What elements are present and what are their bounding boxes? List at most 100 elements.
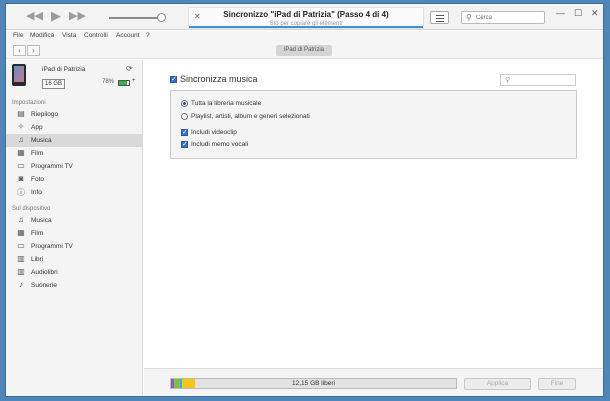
tv-icon: ▭ bbox=[17, 161, 25, 170]
on-device-header: Sul dispositivo bbox=[12, 206, 51, 212]
option-selected-items-label: Playlist, artisti, album e generi selezi… bbox=[191, 113, 310, 121]
sidebar-item-riepilogo[interactable]: ▤ Riepilogo bbox=[6, 108, 142, 121]
sidebar: iPad di Patrizia ⟳ 16 GB 78% + Impostazi… bbox=[6, 60, 143, 396]
sync-title: Sincronizzo "iPad di Patrizia" (Passo 4 … bbox=[223, 10, 389, 19]
sidebar-item-label: Foto bbox=[31, 176, 45, 183]
play-icon[interactable]: ▶ bbox=[51, 9, 61, 22]
sidebar-item-info[interactable]: ⓘ Info bbox=[6, 186, 142, 199]
radio-entire-library[interactable] bbox=[181, 100, 188, 107]
sidebar-item-programmi-tv[interactable]: ▭ Programmi TV bbox=[6, 160, 142, 173]
sidebar-item-label: Musica bbox=[31, 217, 52, 224]
chevron-left-icon: ‹ bbox=[18, 46, 21, 55]
sidebar-item-label: Audiolibri bbox=[31, 269, 58, 276]
status-display: ✕ Sincronizzo "iPad di Patrizia" (Passo … bbox=[188, 7, 424, 29]
footer-bar: 12,15 GB liberi Applica Fine bbox=[144, 368, 603, 396]
sidebar-item-label: Libri bbox=[31, 256, 44, 263]
menu-bar: File Modifica Vista Controlli Account ? bbox=[6, 31, 603, 42]
menu-help[interactable]: ? bbox=[146, 32, 150, 39]
rewind-icon[interactable]: ◀◀ bbox=[26, 11, 43, 22]
sidebar-item-label: Riepilogo bbox=[31, 111, 59, 118]
forward-button[interactable]: › bbox=[27, 45, 40, 56]
sidebar-item-label: Programmi TV bbox=[31, 243, 73, 250]
search-icon: ⚲ bbox=[466, 13, 472, 22]
menu-view[interactable]: Vista bbox=[62, 32, 76, 39]
ipad-icon bbox=[12, 64, 26, 86]
sync-options-panel: Tutta la libreria musicale Playlist, art… bbox=[170, 90, 577, 159]
navigation-bar: ‹ › iPad di Patrizia bbox=[6, 42, 603, 59]
checkbox-include-voice-memos[interactable] bbox=[181, 140, 188, 148]
menu-controls[interactable]: Controlli bbox=[84, 32, 108, 39]
sync-music-checkbox[interactable] bbox=[170, 75, 177, 84]
menu-file[interactable]: File bbox=[13, 32, 23, 39]
sidebar-device-item-audiolibri[interactable]: ▥ Audiolibri bbox=[6, 266, 142, 279]
capacity-bar: 12,15 GB liberi bbox=[170, 378, 457, 389]
sidebar-device-item-libri[interactable]: ▥ Libri bbox=[6, 253, 142, 266]
maximize-icon[interactable]: ☐ bbox=[574, 8, 582, 19]
sidebar-item-label: Info bbox=[31, 189, 42, 196]
music-filter-box[interactable]: ⚲ bbox=[500, 74, 576, 86]
sync-music-label: Sincronizza musica bbox=[180, 74, 258, 84]
list-view-button[interactable] bbox=[430, 11, 449, 24]
sidebar-item-label: Musica bbox=[31, 137, 52, 144]
bell-icon: ♪ bbox=[19, 280, 23, 289]
sync-progress-bar bbox=[189, 26, 423, 28]
sidebar-item-label: Programmi TV bbox=[31, 163, 73, 170]
free-space-label: 12,15 GB liberi bbox=[292, 380, 335, 387]
search-input[interactable] bbox=[476, 13, 542, 23]
device-button[interactable]: iPad di Patrizia bbox=[276, 45, 332, 56]
back-button[interactable]: ‹ bbox=[13, 45, 26, 56]
sync-icon[interactable]: ⟳ bbox=[126, 64, 133, 73]
itunes-window: ◀◀ ▶ ▶▶ ✕ Sincronizzo "iPad di Patrizia"… bbox=[5, 3, 604, 397]
apply-button[interactable]: Applica bbox=[464, 378, 531, 390]
apps-icon: ✧ bbox=[17, 122, 25, 131]
search-box[interactable]: ⚲ bbox=[461, 11, 545, 24]
done-button[interactable]: Fine bbox=[538, 378, 576, 390]
option-selected-items[interactable]: Playlist, artisti, album e generi selezi… bbox=[181, 113, 310, 120]
search-icon: ⚲ bbox=[505, 77, 511, 84]
window-close-icon[interactable]: ✕ bbox=[591, 8, 599, 19]
option-include-voice-memos[interactable]: Includi memo vocali bbox=[181, 140, 248, 148]
option-include-videos[interactable]: Includi videoclip bbox=[181, 128, 237, 137]
main-content: Sincronizza musica ⚲ Tutta la libreria m… bbox=[144, 60, 603, 396]
sidebar-item-label: App bbox=[31, 124, 43, 131]
music-icon: ♫ bbox=[18, 135, 24, 144]
menu-account[interactable]: Account bbox=[116, 32, 140, 39]
sidebar-item-label: Film bbox=[31, 150, 44, 157]
option-include-videos-label: Includi videoclip bbox=[191, 129, 237, 137]
audiobook-icon: ▥ bbox=[17, 267, 25, 276]
sync-music-toggle[interactable]: Sincronizza musica bbox=[170, 74, 258, 84]
charging-icon: + bbox=[132, 78, 136, 84]
minimize-icon[interactable]: — bbox=[556, 8, 565, 18]
info-icon: ⓘ bbox=[17, 188, 25, 197]
radio-selected-items[interactable] bbox=[181, 113, 188, 120]
menu-edit[interactable]: Modifica bbox=[30, 32, 54, 39]
tv-icon: ▭ bbox=[17, 241, 25, 250]
sidebar-item-label: Film bbox=[31, 230, 44, 237]
sidebar-device-item-film[interactable]: ▦ Film bbox=[6, 227, 142, 240]
device-name: iPad di Patrizia bbox=[42, 66, 86, 73]
film-icon: ▦ bbox=[17, 228, 25, 237]
music-icon: ♫ bbox=[18, 215, 24, 224]
fast-forward-icon[interactable]: ▶▶ bbox=[69, 11, 86, 22]
film-icon: ▦ bbox=[17, 148, 25, 157]
sidebar-item-film[interactable]: ▦ Film bbox=[6, 147, 142, 160]
chevron-right-icon: › bbox=[32, 46, 35, 55]
sidebar-device-item-suonerie[interactable]: ♪ Suonerie bbox=[6, 279, 142, 292]
sidebar-item-musica[interactable]: ♫ Musica bbox=[6, 134, 142, 147]
sidebar-item-foto[interactable]: ◙ Foto bbox=[6, 173, 142, 186]
sidebar-device-item-programmi-tv[interactable]: ▭ Programmi TV bbox=[6, 240, 142, 253]
title-bar: ◀◀ ▶ ▶▶ ✕ Sincronizzo "iPad di Patrizia"… bbox=[6, 4, 603, 30]
volume-knob[interactable] bbox=[157, 13, 166, 22]
list-view-icon bbox=[436, 15, 444, 16]
summary-icon: ▤ bbox=[17, 109, 25, 118]
battery-level bbox=[119, 81, 127, 85]
checkbox-include-videos[interactable] bbox=[181, 128, 188, 136]
sidebar-item-label: Suonerie bbox=[31, 282, 58, 289]
settings-header: Impostazioni bbox=[12, 100, 46, 106]
sidebar-device-item-musica[interactable]: ♫ Musica bbox=[6, 214, 142, 227]
close-icon[interactable]: ✕ bbox=[194, 12, 201, 21]
volume-slider[interactable] bbox=[109, 17, 161, 19]
book-icon: ▥ bbox=[17, 254, 25, 263]
sidebar-item-app[interactable]: ✧ App bbox=[6, 121, 142, 134]
option-entire-library[interactable]: Tutta la libreria musicale bbox=[181, 100, 261, 107]
